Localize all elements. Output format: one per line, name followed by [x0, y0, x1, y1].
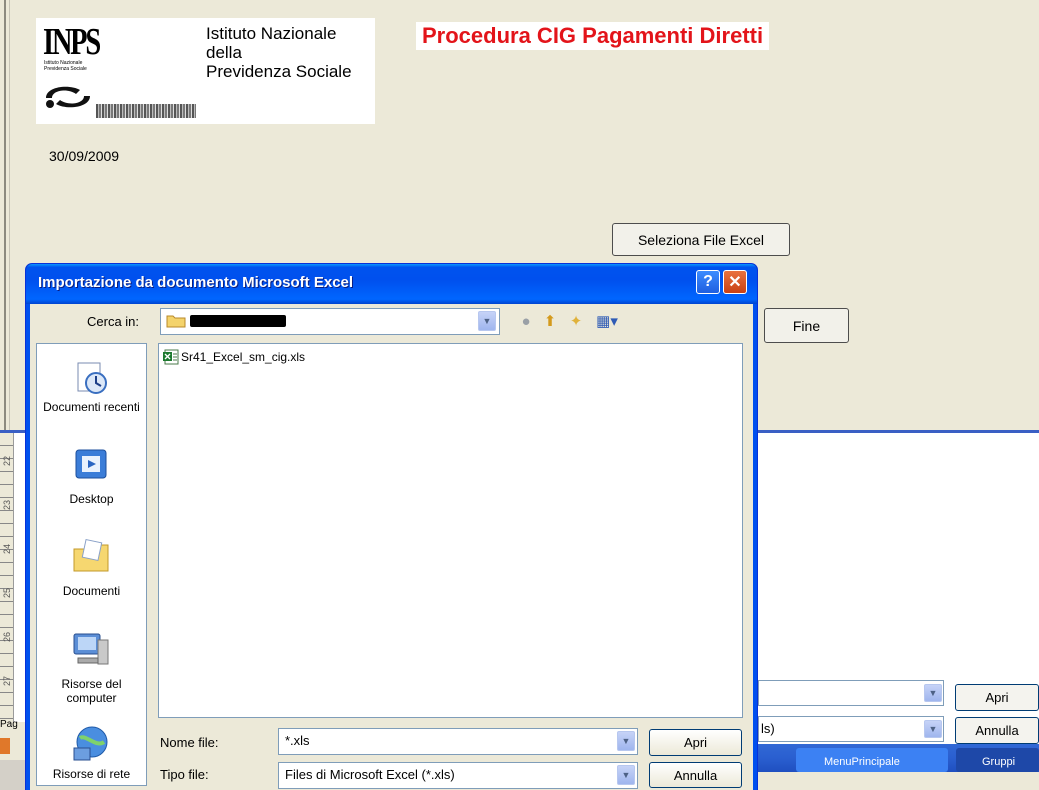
ruler-label: 22 [2, 455, 13, 467]
file-name-label: Nome file: [160, 735, 219, 750]
open-button[interactable]: Apri [649, 729, 742, 756]
excel-file-icon [163, 349, 179, 365]
inps-logo-text: INPS [43, 21, 101, 63]
background-cancel-button[interactable]: Annulla [955, 717, 1039, 744]
procedure-title: Procedura CIG Pagamenti Diretti [416, 22, 770, 50]
inps-logo-small-text: Istituto Nazionale Previdenza Sociale [44, 60, 87, 72]
folder-icon [166, 315, 186, 328]
file-list[interactable] [158, 343, 743, 718]
form-date: 30/09/2009 [49, 148, 120, 164]
background-chevron-down-icon[interactable]: ▼ [924, 720, 942, 738]
logo-line-2: della [206, 43, 242, 62]
file-type-label: Tipo file: [160, 767, 209, 782]
place-documents[interactable]: Documenti [36, 584, 147, 598]
up-folder-icon[interactable]: ⬆ [540, 311, 560, 331]
background-chevron-down-icon[interactable]: ▼ [924, 684, 942, 702]
ruler-label: 26 [2, 631, 13, 643]
form-left-border [4, 0, 10, 432]
office-tab-icon [0, 738, 10, 754]
taskbar-item-menu-principale[interactable]: MenuPrincipale [796, 748, 948, 772]
taskbar-lower-strip [758, 772, 1039, 790]
ruler-label: 23 [2, 499, 13, 511]
desktop-icon[interactable] [70, 444, 112, 486]
new-folder-icon[interactable]: ✦ [566, 311, 586, 331]
background-file-name-input[interactable] [758, 680, 944, 706]
dialog-title: Importazione da documento Microsoft Exce… [38, 274, 354, 291]
chevron-down-icon[interactable]: ▼ [617, 731, 635, 751]
background-file-type-input[interactable]: ls) [758, 716, 944, 742]
ruler-label: 25 [2, 587, 13, 599]
look-in-label: Cerca in: [87, 314, 140, 329]
cancel-button[interactable]: Annulla [649, 762, 742, 788]
place-my-computer[interactable]: Risorse del computer [36, 677, 147, 705]
file-name-text: Sr41_Excel_sm_cig.xls [181, 350, 306, 364]
close-icon[interactable]: ✕ [723, 270, 747, 294]
end-button[interactable]: Fine [764, 308, 849, 343]
logo-barcode-decoration [96, 104, 196, 118]
view-menu-icon[interactable]: ▦▾ [592, 311, 622, 331]
ruler-label: 27 [2, 675, 13, 687]
file-type-select[interactable]: Files di Microsoft Excel (*.xls) [278, 762, 638, 789]
place-network[interactable]: Risorse di rete [36, 767, 147, 781]
logo-line-1: Istituto Nazionale [206, 24, 337, 43]
recent-documents-icon[interactable] [70, 357, 112, 399]
logo-line-3: Previdenza Sociale [206, 62, 352, 81]
inps-logo-swirl-icon [46, 86, 90, 108]
ruler-label: 24 [2, 543, 13, 555]
chevron-down-icon[interactable]: ▼ [617, 765, 635, 785]
select-excel-file-button[interactable]: Seleziona File Excel [612, 223, 790, 256]
place-desktop[interactable]: Desktop [36, 492, 147, 506]
documents-folder-icon[interactable] [70, 535, 112, 577]
list-item[interactable]: Sr41_Excel_sm_cig.xls [163, 349, 305, 365]
background-open-button[interactable]: Apri [955, 684, 1039, 711]
page-label: Pag [0, 719, 18, 730]
dialog-right-frame [753, 304, 757, 790]
back-icon[interactable]: ● [516, 311, 536, 331]
file-name-input[interactable]: *.xls [278, 728, 638, 755]
redacted-folder-name [190, 315, 286, 327]
taskbar-item-gruppi[interactable]: Gruppi [956, 748, 1039, 772]
help-icon[interactable]: ? [696, 270, 720, 294]
my-computer-icon[interactable] [70, 628, 112, 670]
place-recent-documents[interactable]: Documenti recenti [36, 400, 147, 414]
network-places-icon[interactable] [70, 722, 112, 764]
chevron-down-icon[interactable]: ▼ [478, 311, 496, 331]
